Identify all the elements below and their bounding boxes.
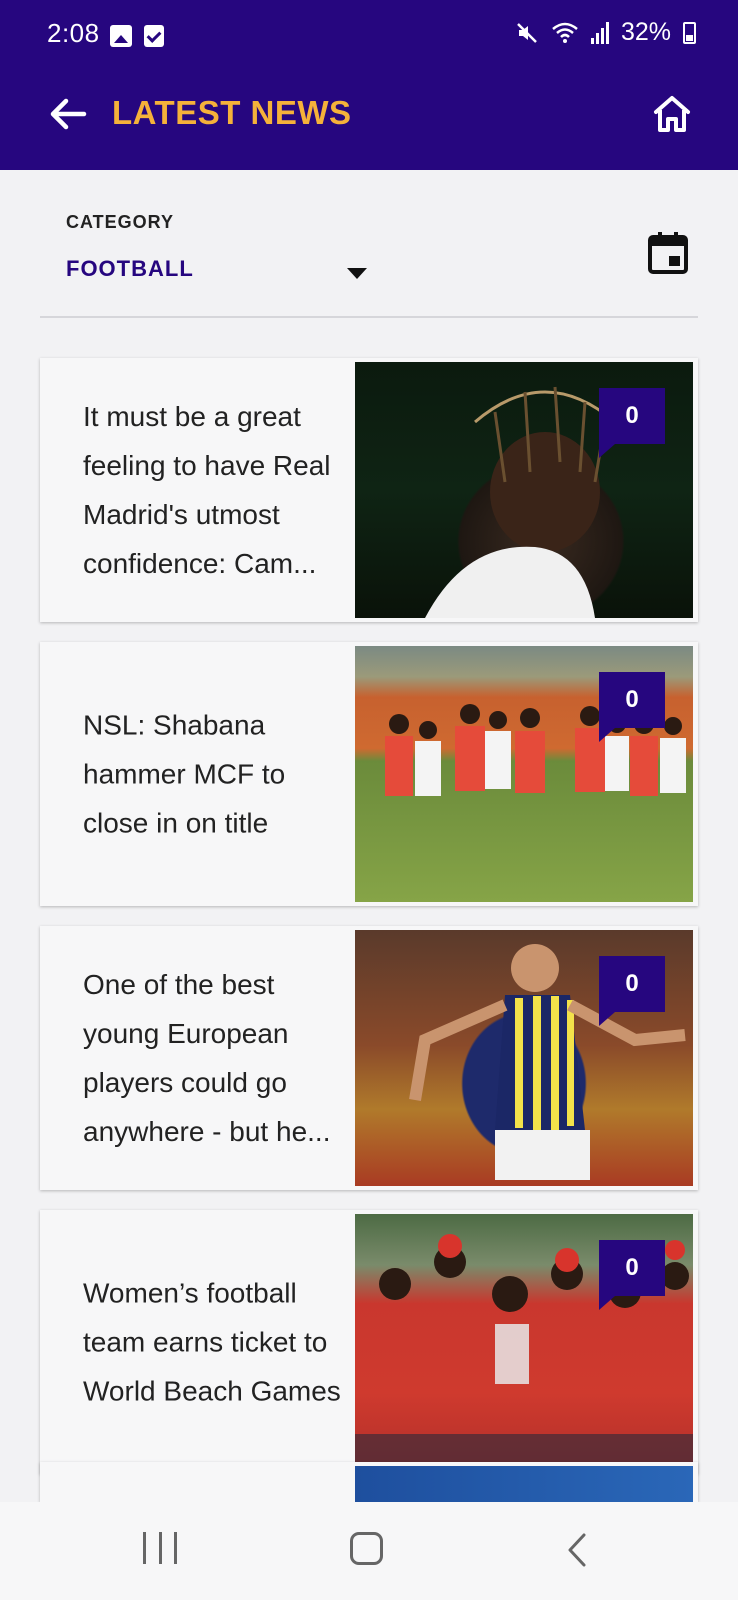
image-icon	[110, 25, 132, 47]
arrow-left-icon[interactable]	[44, 90, 92, 138]
dropdown-arrow-icon	[347, 268, 367, 279]
page-title: LATEST NEWS	[112, 94, 352, 131]
article-card-partial[interactable]	[40, 1462, 698, 1502]
app-bar: LATEST NEWS	[0, 72, 738, 170]
article-headline: It must be a great feeling to have Real …	[83, 401, 331, 579]
article-image: 0	[355, 930, 693, 1186]
status-bar: 2:08 32%	[0, 0, 738, 72]
comment-count-badge: 0	[599, 1240, 665, 1310]
back-nav-icon[interactable]	[562, 1532, 592, 1568]
article-image: 0	[355, 646, 693, 902]
category-selected: FOOTBALL	[66, 256, 194, 281]
category-filter: CATEGORY FOOTBALL	[66, 212, 367, 281]
article-image: 0	[355, 362, 693, 618]
battery-percent: 32%	[620, 18, 671, 46]
mute-icon	[517, 22, 537, 43]
article-image	[355, 1466, 693, 1502]
status-right: 32%	[515, 18, 696, 47]
article-card[interactable]: NSL: Shabana hammer MCF to close in on t…	[40, 642, 698, 906]
article-card[interactable]: Women’s football team earns ticket to Wo…	[40, 1210, 698, 1474]
status-time: 2:08	[47, 18, 100, 48]
article-headline: One of the best young European players c…	[83, 969, 331, 1147]
comment-count-badge: 0	[599, 672, 665, 742]
article-headline: Women’s football team earns ticket to Wo…	[83, 1277, 341, 1407]
wifi-icon	[552, 22, 578, 43]
top-bar: 2:08 32% LATEST NEWS	[0, 0, 738, 170]
category-dropdown[interactable]: FOOTBALL	[66, 256, 367, 296]
checkbox-icon	[144, 25, 164, 47]
signal-icon	[590, 21, 609, 44]
system-nav-bar	[0, 1502, 738, 1600]
calendar-icon[interactable]	[648, 232, 688, 274]
home-icon[interactable]	[648, 90, 696, 138]
article-card[interactable]: One of the best young European players c…	[40, 926, 698, 1190]
recent-apps-icon[interactable]	[143, 1532, 177, 1566]
article-card[interactable]: It must be a great feeling to have Real …	[40, 358, 698, 622]
article-headline: NSL: Shabana hammer MCF to close in on t…	[83, 709, 286, 839]
battery-icon	[683, 21, 696, 44]
article-image: 0	[355, 1214, 693, 1470]
comment-count-badge: 0	[599, 388, 665, 458]
divider	[40, 316, 698, 318]
home-nav-icon[interactable]	[350, 1532, 383, 1565]
comment-count-badge: 0	[599, 956, 665, 1026]
category-label: CATEGORY	[66, 212, 175, 232]
